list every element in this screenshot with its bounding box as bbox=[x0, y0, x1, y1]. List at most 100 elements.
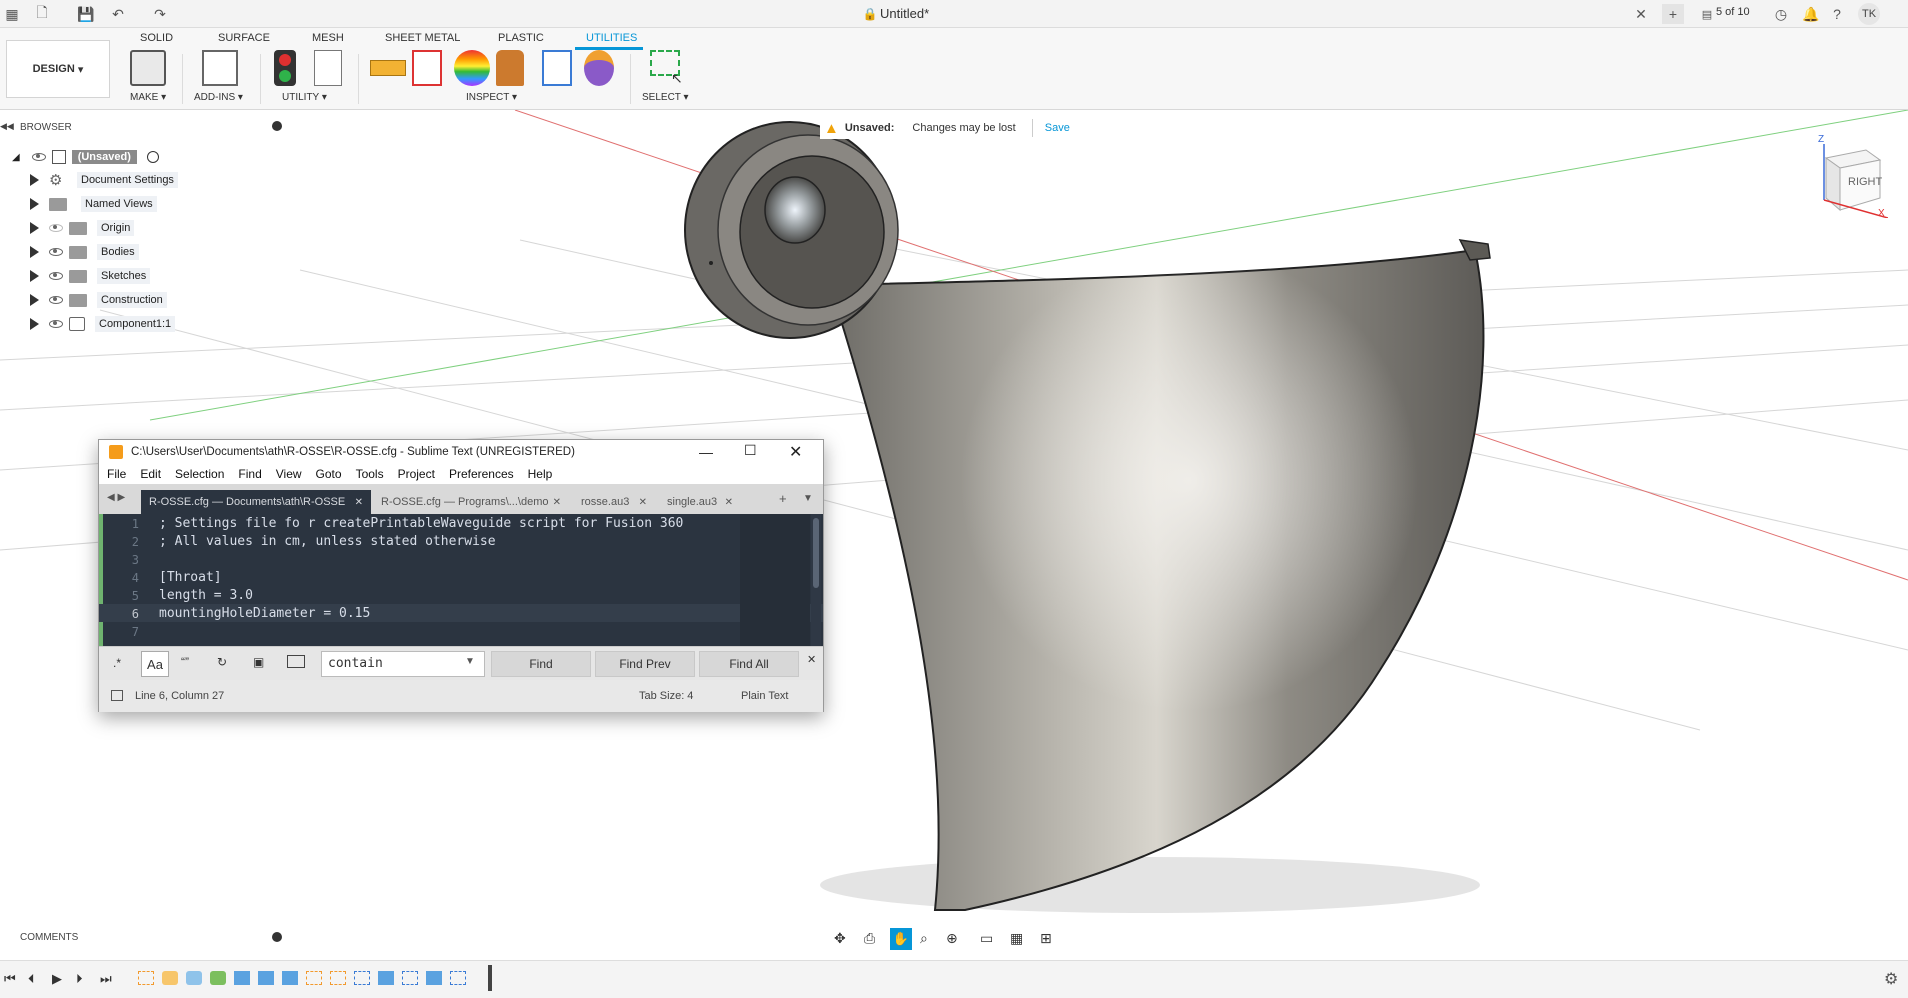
find-history-dropdown-icon[interactable]: ▼ bbox=[465, 656, 475, 667]
tab-utilities[interactable]: UTILITIES bbox=[586, 32, 637, 44]
save-link[interactable]: Save bbox=[1045, 122, 1070, 134]
find-input[interactable]: contain bbox=[321, 651, 485, 677]
close-icon[interactable]: ✕ bbox=[789, 442, 802, 462]
find-button[interactable]: Find bbox=[491, 651, 591, 677]
browser-header[interactable]: ◀◀ BROWSER bbox=[0, 117, 292, 139]
file-menu-icon[interactable]: 🗋 bbox=[32, 4, 52, 24]
code-editor[interactable]: 1 ; Settings file fo r createPrintableWa… bbox=[99, 514, 823, 646]
minimize-icon[interactable]: — bbox=[699, 444, 713, 460]
sketch-feature-icon[interactable] bbox=[138, 971, 154, 985]
tab-size[interactable]: Tab Size: 4 bbox=[639, 690, 693, 702]
whole-word-toggle[interactable]: “” bbox=[181, 655, 189, 669]
expand-arrow-icon[interactable] bbox=[30, 246, 39, 258]
tab-dropdown-icon[interactable]: ▼ bbox=[803, 493, 813, 504]
menu-tools[interactable]: Tools bbox=[356, 467, 384, 481]
pin-panel-icon[interactable] bbox=[272, 121, 282, 131]
tab-mesh[interactable]: MESH bbox=[312, 32, 344, 44]
inspect-group-label[interactable]: INSPECT ▾ bbox=[466, 92, 517, 103]
redo-icon[interactable]: ↷ bbox=[150, 4, 170, 24]
job-status-icon[interactable]: ▤ bbox=[1696, 4, 1718, 24]
menu-project[interactable]: Project bbox=[398, 467, 435, 481]
code-line[interactable]: mountingHoleDiameter = 0.15 bbox=[159, 606, 370, 621]
highlight-matches-toggle-icon[interactable] bbox=[287, 655, 305, 668]
tab-close-icon[interactable]: ✕ bbox=[639, 497, 647, 508]
browser-item-construction[interactable]: Construction bbox=[30, 290, 167, 310]
close-find-icon[interactable]: ✕ bbox=[807, 653, 816, 666]
timeline-last-icon[interactable]: ⏭ bbox=[100, 971, 112, 987]
utility-group-label[interactable]: UTILITY ▾ bbox=[282, 92, 327, 103]
expand-arrow-icon[interactable] bbox=[30, 198, 39, 210]
pan-hand-icon[interactable]: ✋ bbox=[890, 928, 912, 950]
scripts-addins-icon[interactable] bbox=[202, 50, 238, 86]
throat-opening[interactable] bbox=[764, 176, 826, 244]
sketch-feature-icon[interactable] bbox=[306, 971, 322, 985]
code-line[interactable]: ; All values in cm, unless stated otherw… bbox=[159, 534, 496, 549]
visibility-eye-icon[interactable] bbox=[49, 296, 63, 304]
wrap-toggle-icon[interactable]: ↻ bbox=[217, 655, 227, 669]
loft-feature-icon[interactable] bbox=[282, 971, 298, 985]
browser-item-component[interactable]: Component1:1 bbox=[30, 314, 176, 334]
regex-toggle[interactable]: .* bbox=[113, 656, 121, 670]
collapse-panel-icon[interactable]: ◀◀ bbox=[0, 121, 14, 132]
make-group-label[interactable]: MAKE ▾ bbox=[130, 92, 166, 103]
tab-r-osse-documents[interactable]: R-OSSE.cfg — Documents\ath\R-OSSE ✕ bbox=[141, 490, 371, 514]
browser-item-sketches[interactable]: Sketches bbox=[30, 266, 151, 286]
save-icon[interactable]: 💾 bbox=[76, 4, 96, 24]
menu-file[interactable]: File bbox=[107, 467, 126, 481]
revolve-feature-icon[interactable] bbox=[186, 971, 202, 985]
interference-icon[interactable] bbox=[412, 50, 442, 86]
in-selection-toggle-icon[interactable]: ▣ bbox=[253, 655, 264, 669]
tab-surface[interactable]: SURFACE bbox=[218, 32, 270, 44]
measure-icon[interactable] bbox=[370, 60, 406, 76]
code-line[interactable]: ; Settings file fo r createPrintableWave… bbox=[159, 516, 683, 531]
expand-arrow-icon[interactable] bbox=[30, 318, 39, 330]
display-settings-icon[interactable]: ▭ bbox=[980, 930, 993, 947]
job-status[interactable]: 5 of 10 bbox=[1716, 6, 1750, 18]
find-all-button[interactable]: Find All bbox=[699, 651, 799, 677]
menu-goto[interactable]: Goto bbox=[316, 467, 342, 481]
sketch-feature-icon[interactable] bbox=[450, 971, 466, 985]
minimap[interactable] bbox=[740, 514, 810, 646]
timeline-first-icon[interactable]: ⏮ bbox=[4, 971, 16, 987]
collapse-arrow-icon[interactable]: ◢ bbox=[12, 152, 20, 163]
section-analysis-icon[interactable] bbox=[542, 50, 572, 86]
syntax-mode[interactable]: Plain Text bbox=[741, 690, 789, 702]
timeline-marker[interactable] bbox=[488, 965, 492, 991]
apps-grid-icon[interactable]: ▦ bbox=[2, 4, 22, 24]
tab-close-icon[interactable]: ✕ bbox=[725, 497, 733, 508]
extrude-feature-icon[interactable] bbox=[426, 971, 442, 985]
tab-plastic[interactable]: PLASTIC bbox=[498, 32, 544, 44]
case-sensitive-toggle[interactable]: Aa bbox=[141, 651, 169, 677]
sublime-text-window[interactable]: C:\Users\User\Documents\ath\R-OSSE\R-OSS… bbox=[98, 439, 824, 712]
sublime-title-bar[interactable]: C:\Users\User\Documents\ath\R-OSSE\R-OSS… bbox=[99, 440, 823, 464]
menu-preferences[interactable]: Preferences bbox=[449, 467, 514, 481]
browser-item-document-settings[interactable]: ⚙ Document Settings bbox=[30, 170, 178, 190]
grid-settings-icon[interactable]: ▦ bbox=[1010, 930, 1023, 947]
sketch-feature-icon[interactable] bbox=[354, 971, 370, 985]
visibility-eye-icon[interactable] bbox=[31, 153, 46, 161]
menu-help[interactable]: Help bbox=[528, 467, 553, 481]
sketch-feature-icon[interactable] bbox=[402, 971, 418, 985]
browser-item-named-views[interactable]: Named Views bbox=[30, 194, 157, 214]
zebra-analysis-icon[interactable] bbox=[454, 50, 490, 86]
extrude-feature-icon[interactable] bbox=[162, 971, 178, 985]
expand-arrow-icon[interactable] bbox=[30, 294, 39, 306]
menu-view[interactable]: View bbox=[276, 467, 302, 481]
tab-nav-arrows-icon[interactable]: ◀ ▶ bbox=[107, 492, 125, 503]
look-at-icon[interactable]: ⎙ bbox=[864, 930, 875, 947]
select-group-label[interactable]: SELECT ▾ bbox=[642, 92, 689, 103]
menu-edit[interactable]: Edit bbox=[140, 467, 161, 481]
undo-icon[interactable]: ↶ bbox=[108, 4, 128, 24]
tab-solid[interactable]: SOLID bbox=[140, 32, 173, 44]
viewports-icon[interactable]: ⊞ bbox=[1040, 930, 1052, 947]
visibility-eye-icon[interactable] bbox=[49, 272, 63, 280]
loft-feature-icon[interactable] bbox=[234, 971, 250, 985]
sweep-feature-icon[interactable] bbox=[210, 971, 226, 985]
timeline-settings-gear-icon[interactable]: ⚙ bbox=[1884, 969, 1898, 989]
hidden-eye-icon[interactable] bbox=[49, 224, 63, 232]
zoom-icon[interactable]: ⌕ bbox=[920, 930, 928, 947]
browser-root[interactable]: ◢ (Unsaved) bbox=[12, 147, 159, 167]
timeline-play-icon[interactable]: ▶ bbox=[52, 971, 62, 987]
code-line[interactable]: length = 3.0 bbox=[159, 588, 253, 603]
menu-find[interactable]: Find bbox=[238, 467, 261, 481]
